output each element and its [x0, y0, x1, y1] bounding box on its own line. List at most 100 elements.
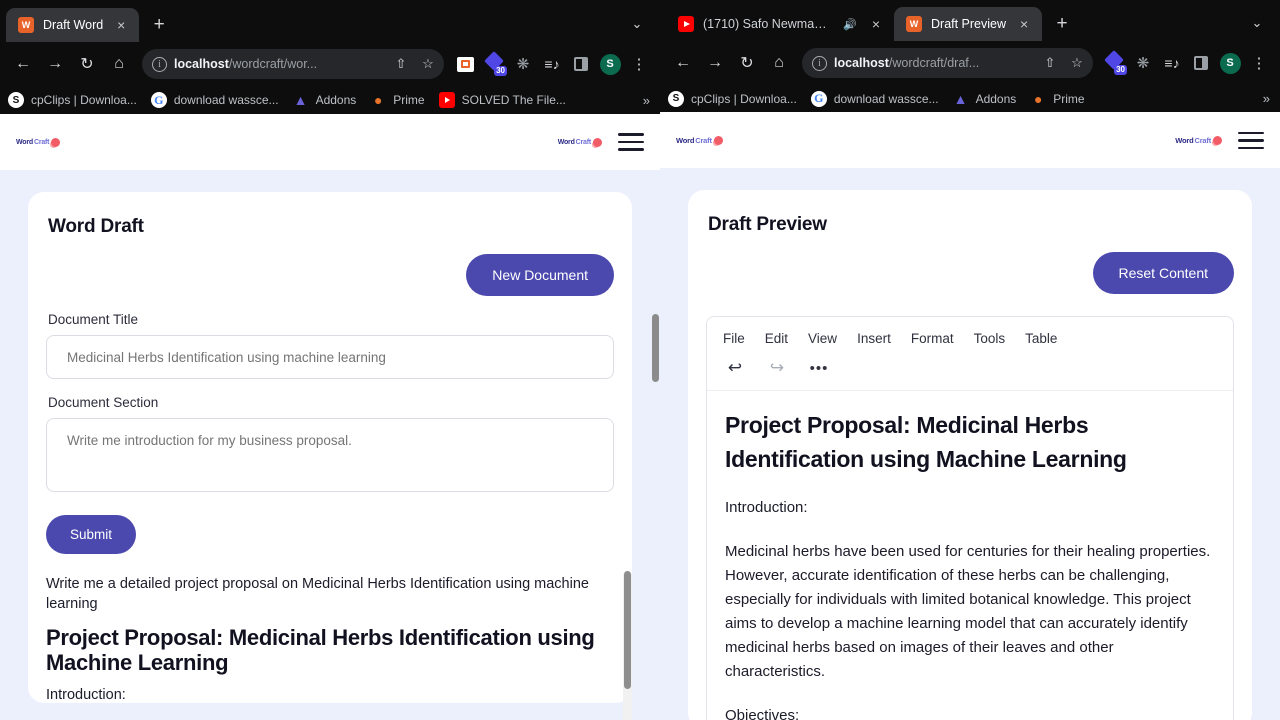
- share-icon[interactable]: ⇧: [391, 54, 411, 74]
- url-host: localhost: [834, 56, 889, 71]
- browser-menu-icon[interactable]: ⋮: [626, 51, 652, 77]
- close-icon[interactable]: ×: [112, 16, 130, 34]
- bookmark-item[interactable]: ● Prime: [1030, 91, 1085, 107]
- back-icon[interactable]: ←: [668, 48, 698, 78]
- diamond-extension-icon[interactable]: 30: [1101, 50, 1127, 76]
- reading-list-icon[interactable]: ≡♪: [539, 51, 565, 77]
- puzzle-extensions-icon[interactable]: ❋: [1130, 50, 1156, 76]
- document-title-input[interactable]: [46, 335, 614, 379]
- logo-craft-text: Craft: [33, 138, 50, 146]
- logo-dot-icon: [593, 137, 602, 147]
- bookmark-star-icon[interactable]: ☆: [1067, 53, 1087, 73]
- logo-dot-icon: [51, 137, 61, 147]
- redo-icon[interactable]: ↪: [767, 358, 787, 378]
- side-panel-icon[interactable]: [568, 51, 594, 77]
- result-scrollbar[interactable]: [623, 571, 632, 720]
- forward-icon[interactable]: →: [700, 48, 730, 78]
- share-icon[interactable]: ⇧: [1040, 53, 1060, 73]
- url-path: /wordcraft/wor...: [228, 57, 318, 71]
- bookmark-item[interactable]: ▲ Addons: [293, 92, 357, 108]
- home-icon[interactable]: ⌂: [104, 49, 134, 79]
- tab-draft-word[interactable]: W Draft Word ×: [6, 8, 140, 42]
- diamond-extension-icon[interactable]: 30: [481, 51, 507, 77]
- bookmark-item[interactable]: S cpClips | Downloa...: [668, 90, 797, 107]
- address-bar[interactable]: i localhost/wordcraft/wor... ⇧ ☆: [142, 49, 444, 79]
- menu-item-view[interactable]: View: [808, 331, 837, 346]
- home-icon[interactable]: ⌂: [764, 48, 794, 78]
- bookmarks-overflow-icon[interactable]: »: [643, 93, 652, 108]
- reset-content-row: Reset Content: [688, 236, 1252, 295]
- menu-item-insert[interactable]: Insert: [857, 331, 891, 346]
- screenshot-extension-icon[interactable]: [452, 51, 478, 77]
- reload-icon[interactable]: ↻: [72, 49, 102, 79]
- avatar-initial: S: [1219, 52, 1241, 74]
- more-toolbar-icon[interactable]: •••: [809, 360, 829, 377]
- reading-list-icon[interactable]: ≡♪: [1159, 50, 1185, 76]
- bookmark-label: download wassce...: [173, 93, 279, 107]
- bookmark-item[interactable]: G download wassce...: [810, 90, 939, 107]
- avatar[interactable]: S: [597, 51, 623, 77]
- bookmark-label: cpClips | Downloa...: [691, 91, 797, 106]
- tab-draft-preview[interactable]: W Draft Preview ×: [894, 7, 1043, 42]
- result-intro-label: Introduction:: [46, 687, 126, 704]
- site-info-icon[interactable]: i: [812, 55, 827, 71]
- bookmark-item[interactable]: SOLVED The File...: [438, 92, 566, 108]
- wordcraft-logo-secondary[interactable]: Word Craft: [558, 137, 602, 147]
- bookmarks-overflow-icon[interactable]: »: [1263, 91, 1272, 106]
- reset-content-button[interactable]: Reset Content: [1092, 252, 1234, 295]
- document-section-textarea[interactable]: [46, 418, 614, 492]
- bookmark-item[interactable]: S cpClips | Downloa...: [8, 92, 137, 108]
- avatar[interactable]: S: [1217, 50, 1243, 76]
- tabstrip-right-controls: ⌄: [1244, 10, 1280, 41]
- document-paragraph: Medicinal herbs have been used for centu…: [725, 543, 1211, 681]
- page-scrollbar-left[interactable]: [652, 314, 659, 584]
- app-header-left: Word Craft Word Craft: [0, 114, 660, 170]
- side-panel-icon[interactable]: [1188, 50, 1214, 76]
- site-info-icon[interactable]: i: [152, 56, 167, 72]
- menu-item-tools[interactable]: Tools: [974, 331, 1006, 346]
- result-scrollbar-thumb[interactable]: [624, 571, 631, 689]
- undo-icon[interactable]: ↩: [725, 358, 745, 378]
- menu-item-table[interactable]: Table: [1025, 331, 1057, 346]
- menu-item-edit[interactable]: Edit: [765, 331, 788, 346]
- back-icon[interactable]: ←: [8, 49, 38, 79]
- submit-row: Submit: [28, 497, 632, 554]
- bookmark-item[interactable]: ● Prime: [370, 92, 425, 108]
- address-bar[interactable]: i localhost/wordcraft/draf... ⇧ ☆: [802, 48, 1093, 79]
- submit-button[interactable]: Submit: [46, 515, 137, 554]
- reload-icon[interactable]: ↻: [732, 48, 762, 78]
- chevron-down-icon[interactable]: ⌄: [1244, 10, 1270, 36]
- puzzle-extensions-icon[interactable]: ❋: [510, 51, 536, 77]
- cpclips-icon: S: [8, 92, 24, 108]
- cpclips-icon: S: [668, 90, 684, 107]
- app-header-right: Word Craft Word Craft: [660, 112, 1280, 169]
- new-tab-button[interactable]: +: [1048, 10, 1076, 38]
- hamburger-menu-icon[interactable]: [618, 133, 644, 151]
- rich-text-editor: File Edit View Insert Format Tools Table…: [706, 316, 1234, 720]
- mute-icon[interactable]: 🔊: [842, 16, 858, 32]
- tab-title: Draft Preview: [931, 17, 1007, 32]
- menu-item-file[interactable]: File: [723, 331, 745, 346]
- wordcraft-logo[interactable]: Word Craft: [16, 137, 61, 147]
- wordcraft-logo-secondary[interactable]: Word Craft: [1175, 135, 1222, 145]
- close-icon[interactable]: ×: [1015, 15, 1033, 33]
- hamburger-menu-icon[interactable]: [1238, 131, 1264, 150]
- tab-title: (1710) Safo Newman - Ako: [703, 17, 833, 32]
- word-draft-card: Word Draft New Document Document Title D…: [28, 192, 632, 720]
- wordcraft-logo[interactable]: Word Craft: [676, 135, 723, 145]
- menu-item-format[interactable]: Format: [911, 331, 954, 346]
- close-icon[interactable]: ×: [867, 15, 885, 33]
- forward-icon[interactable]: →: [40, 49, 70, 79]
- bookmark-star-icon[interactable]: ☆: [418, 54, 438, 74]
- bookmark-label: Addons: [315, 93, 357, 107]
- document-body[interactable]: Project Proposal: Medicinal Herbs Identi…: [707, 391, 1233, 720]
- tab-safo-newman[interactable]: (1710) Safo Newman - Ako 🔊 ×: [666, 7, 894, 41]
- logo-dot-icon: [1213, 135, 1222, 145]
- bookmark-item[interactable]: G download wassce...: [150, 92, 279, 108]
- chevron-down-icon[interactable]: ⌄: [624, 11, 650, 37]
- bookmark-item[interactable]: ▲ Addons: [953, 91, 1017, 107]
- new-document-button[interactable]: New Document: [466, 254, 614, 296]
- browser-menu-icon[interactable]: ⋮: [1246, 50, 1272, 76]
- new-tab-button[interactable]: +: [145, 11, 173, 39]
- page-scrollbar-thumb[interactable]: [652, 314, 659, 382]
